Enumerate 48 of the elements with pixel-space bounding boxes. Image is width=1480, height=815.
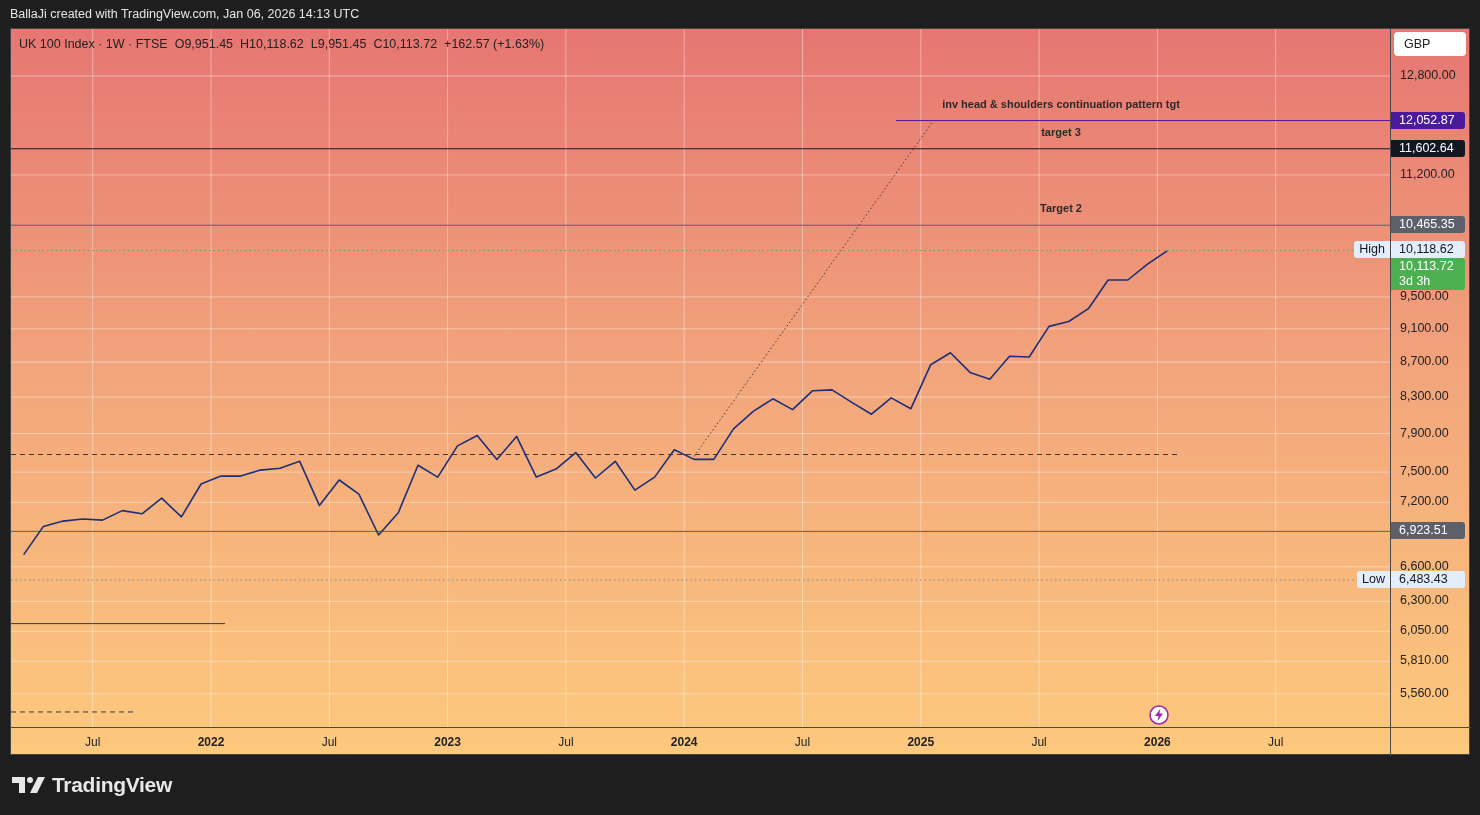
price-tick: 8,700.00 bbox=[1400, 354, 1449, 370]
symbol-title: UK 100 Index · 1W · FTSE bbox=[19, 37, 168, 51]
time-tick: Jul bbox=[794, 735, 811, 749]
chart-caption: BallaJi created with TradingView.com, Jan 06, 2026 14:13 UTC bbox=[10, 7, 360, 21]
price-tag: 10,118.62 bbox=[1391, 241, 1465, 259]
time-tick: 2026 bbox=[1144, 735, 1171, 749]
ohlc-value: L9,951.45 bbox=[310, 37, 367, 51]
time-tick: 2022 bbox=[197, 735, 225, 749]
price-tick: 9,500.00 bbox=[1400, 288, 1449, 304]
price-tag: 6,483.43 bbox=[1391, 571, 1465, 588]
price-marker-tag: Low bbox=[1357, 571, 1390, 588]
time-tick: Jul bbox=[558, 735, 574, 749]
price-tag: 10,113.72 3d 3h bbox=[1391, 258, 1465, 291]
price-tag: 6,923.51 bbox=[1391, 522, 1465, 540]
time-tick: Jul bbox=[321, 735, 337, 749]
price-tick: 11,200.00 bbox=[1400, 166, 1455, 182]
price-tick: 9,100.00 bbox=[1400, 320, 1449, 336]
price-tick: 7,200.00 bbox=[1400, 494, 1449, 510]
price-tick: 5,810.00 bbox=[1400, 653, 1449, 669]
brand-name: TradingView bbox=[52, 773, 172, 797]
level-label: inv head & shoulders continuation pattern tgt bbox=[942, 97, 1180, 110]
price-tick: 6,300.00 bbox=[1400, 593, 1449, 609]
time-tick: Jul bbox=[85, 735, 101, 749]
price-tick: 6,050.00 bbox=[1400, 623, 1449, 639]
ohlc-value: C10,113.72 bbox=[373, 37, 438, 51]
currency-button[interactable]: GBP bbox=[1394, 32, 1466, 56]
price-marker-tag: High bbox=[1354, 241, 1390, 259]
ohlc-value: H10,118.62 bbox=[240, 37, 304, 51]
time-tick: Jul bbox=[1031, 735, 1047, 749]
price-tick: 7,500.00 bbox=[1400, 464, 1449, 480]
logo-icon bbox=[12, 777, 46, 793]
time-tick: 2024 bbox=[670, 735, 698, 749]
price-tick: 12,800.00 bbox=[1400, 68, 1456, 83]
lightning-icon bbox=[1149, 705, 1169, 725]
price-tag: 11,602.64 bbox=[1391, 139, 1465, 157]
price-tag: 12,052.87 bbox=[1391, 111, 1465, 129]
price-tick: 8,300.00 bbox=[1400, 389, 1449, 404]
ohlc-value: O9,951.45 bbox=[174, 37, 234, 51]
price-tick: 6,600.00 bbox=[1400, 558, 1449, 574]
time-tick: 2023 bbox=[434, 735, 461, 749]
price-tick: 7,900.00 bbox=[1400, 425, 1449, 441]
time-tick: Jul bbox=[1268, 735, 1284, 749]
price-tick: 5,560.00 bbox=[1400, 685, 1449, 701]
price-tag: 10,465.35 bbox=[1391, 216, 1465, 234]
ohlc-value: +162.57 (+1.63%) bbox=[444, 37, 545, 51]
level-label: target 3 bbox=[1041, 125, 1081, 138]
time-tick: 2025 bbox=[907, 735, 935, 749]
level-label: Target 2 bbox=[1040, 202, 1082, 215]
